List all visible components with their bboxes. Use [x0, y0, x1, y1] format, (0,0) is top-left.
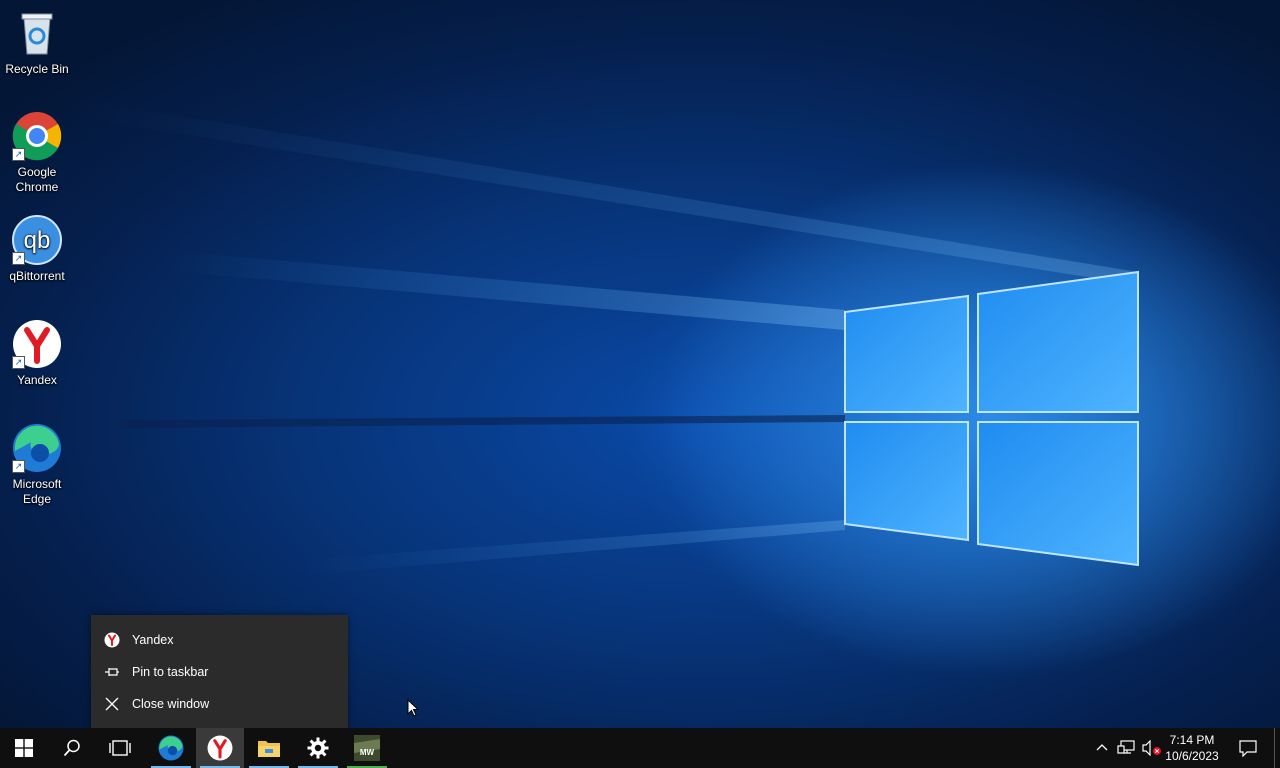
clock-date: 10/6/2023 [1165, 749, 1219, 763]
shortcut-arrow-icon: ↗ [12, 252, 25, 265]
search-button[interactable] [48, 728, 96, 768]
task-view-button[interactable] [96, 728, 144, 768]
shortcut-arrow-icon: ↗ [12, 460, 25, 473]
file-explorer-icon [258, 741, 280, 757]
taskbar-app-game[interactable]: MW [343, 728, 391, 768]
network-icon [1117, 740, 1135, 754]
close-window-label: Close window [132, 697, 210, 711]
taskbar-app-file-explorer[interactable] [245, 728, 293, 768]
action-center-button[interactable] [1230, 728, 1266, 768]
svg-text:qb: qb [24, 227, 51, 254]
desktop-icon-microsoft-edge[interactable]: ↗ Microsoft Edge [0, 423, 74, 507]
windows-start-icon [15, 739, 33, 757]
desktop-icon-label: Google Chrome [15, 165, 59, 194]
taskbar-jump-list: Yandex Pin to taskbar Close window [91, 615, 348, 728]
clock-time: 7:14 PM [1169, 733, 1215, 747]
shortcut-arrow-icon: ↗ [12, 356, 25, 369]
desktop-icon-label: qBittorrent [9, 269, 65, 283]
volume-muted-icon [1142, 740, 1161, 756]
yandex-icon [104, 632, 120, 648]
search-icon [63, 739, 80, 757]
mouse-pointer-icon [407, 699, 419, 717]
show-desktop-button[interactable] [1274, 728, 1280, 768]
taskbar: MW 7:14 PM 10/6/2023 [0, 728, 1280, 768]
desktop-icon-label: Microsoft Edge [12, 477, 62, 506]
notification-icon [1239, 740, 1257, 757]
chrome-icon: ↗ [12, 111, 62, 161]
task-view-icon [109, 740, 131, 756]
jump-list-app-yandex[interactable]: Yandex [91, 625, 348, 655]
desktop-icon-label: Recycle Bin [5, 62, 69, 76]
settings-icon [307, 737, 329, 759]
taskbar-clock[interactable]: 7:14 PM 10/6/2023 [1162, 732, 1222, 764]
yandex-icon [207, 735, 233, 761]
recycle-bin-icon [12, 8, 62, 58]
yandex-icon: ↗ [12, 319, 62, 369]
pin-to-taskbar-label: Pin to taskbar [132, 665, 209, 679]
qbittorrent-icon: qb ↗ [12, 215, 62, 265]
start-button[interactable] [0, 728, 48, 768]
game-mw-icon: MW [354, 735, 380, 761]
desktop-icon-google-chrome[interactable]: ↗ Google Chrome [0, 111, 74, 195]
chevron-up-icon [1096, 744, 1108, 751]
jump-list-close-window[interactable]: Close window [91, 689, 348, 719]
jump-list-app-label: Yandex [132, 633, 174, 647]
jump-list-pin-to-taskbar[interactable]: Pin to taskbar [91, 657, 348, 687]
edge-icon [158, 735, 184, 761]
close-icon [105, 697, 119, 711]
desktop-icon-label: Yandex [17, 373, 57, 387]
volume-tray-button[interactable] [1140, 728, 1164, 768]
edge-icon: ↗ [12, 423, 62, 473]
taskbar-app-edge[interactable] [147, 728, 195, 768]
pin-icon [105, 668, 119, 676]
network-tray-button[interactable] [1114, 728, 1138, 768]
desktop-icon-recycle-bin[interactable]: Recycle Bin [0, 8, 74, 77]
desktop-icon-yandex[interactable]: ↗ Yandex [0, 319, 74, 388]
show-hidden-icons-button[interactable] [1092, 728, 1112, 768]
desktop-icon-qbittorrent[interactable]: qb ↗ qBittorrent [0, 215, 74, 284]
taskbar-app-yandex[interactable] [196, 728, 244, 768]
shortcut-arrow-icon: ↗ [12, 148, 25, 161]
taskbar-app-settings[interactable] [294, 728, 342, 768]
svg-text:MW: MW [360, 748, 375, 757]
